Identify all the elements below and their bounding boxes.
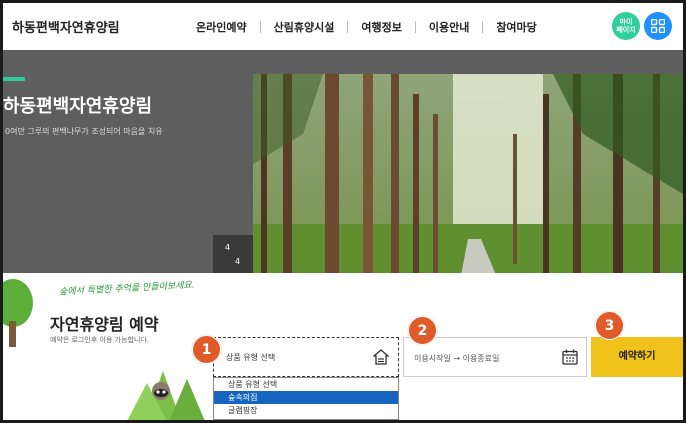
all-menu-button[interactable] bbox=[644, 12, 672, 40]
nav-item-community[interactable]: 참여마당 bbox=[483, 19, 549, 35]
nav-item-travel-info[interactable]: 여행정보 bbox=[348, 19, 414, 35]
nav-item-facilities[interactable]: 산림휴양시설 bbox=[261, 19, 348, 35]
hero-title: 하동편백자연휴양림 bbox=[3, 96, 153, 117]
reservation-section: 숲에서 특별한 추억을 만들어보세요. 자연휴양림 예약 예약은 로그인후 이용… bbox=[3, 273, 683, 420]
product-type-select[interactable]: 상품 유형 선택 bbox=[213, 337, 399, 377]
dropdown-option[interactable]: 상품 유형 선택 bbox=[214, 378, 398, 391]
step-badge-1: 1 bbox=[192, 335, 221, 364]
nav-item-usage-guide[interactable]: 이용안내 bbox=[416, 19, 482, 35]
step-badge-2: 2 bbox=[408, 316, 437, 345]
tree-illustration bbox=[3, 279, 33, 347]
dropdown-option-selected[interactable]: 숲속의집 bbox=[214, 391, 398, 404]
hero-banner: 하동편백자연휴양림 0여만 그루의 편백나무가 조성되어 마음을 치유 4 4 bbox=[3, 50, 683, 317]
product-type-dropdown: 상품 유형 선택 숲속의집 글램핑장 bbox=[213, 377, 399, 420]
main-nav: 온라인예약 산림휴양시설 여행정보 이용안내 참여마당 bbox=[183, 19, 550, 35]
mypage-button[interactable]: 마이 페이지 bbox=[612, 12, 640, 40]
reservation-title: 자연휴양림 예약 bbox=[50, 315, 159, 334]
grid-icon bbox=[651, 19, 665, 33]
slide-total: 4 bbox=[235, 257, 241, 266]
page-frame: 하동편백자연휴양림 온라인예약 산림휴양시설 여행정보 이용안내 참여마당 마이… bbox=[0, 0, 686, 423]
mypage-label-line2: 페이지 bbox=[616, 26, 636, 34]
site-logo[interactable]: 하동편백자연휴양림 bbox=[12, 17, 120, 36]
reservation-script-text: 숲에서 특별한 추억을 만들어보세요. bbox=[58, 280, 195, 298]
reservation-note: 예약은 로그인후 이용 가능합니다. bbox=[50, 336, 150, 344]
house-icon bbox=[373, 349, 389, 365]
slide-counter: 4 4 bbox=[213, 235, 253, 277]
slide-current: 4 bbox=[225, 243, 231, 252]
date-range-field[interactable]: 이용시작일 → 이용종료일 bbox=[403, 337, 587, 377]
mypage-label-line1: 마이 bbox=[619, 18, 633, 26]
hero-subtitle: 0여만 그루의 편백나무가 조성되어 마음을 치유 bbox=[5, 127, 163, 136]
calendar-icon bbox=[562, 349, 578, 365]
hero-accent-bar bbox=[3, 77, 25, 81]
book-button[interactable]: 예약하기 bbox=[591, 337, 683, 377]
nav-item-online-reservation[interactable]: 온라인예약 bbox=[183, 19, 260, 35]
dropdown-option[interactable]: 글램핑장 bbox=[214, 404, 398, 417]
site-header: 하동편백자연휴양림 온라인예약 산림휴양시설 여행정보 이용안내 참여마당 마이… bbox=[3, 3, 683, 50]
product-type-select-value: 상품 유형 선택 bbox=[226, 353, 276, 362]
step-badge-3: 3 bbox=[595, 311, 624, 340]
date-range-text: 이용시작일 → 이용종료일 bbox=[414, 354, 500, 363]
